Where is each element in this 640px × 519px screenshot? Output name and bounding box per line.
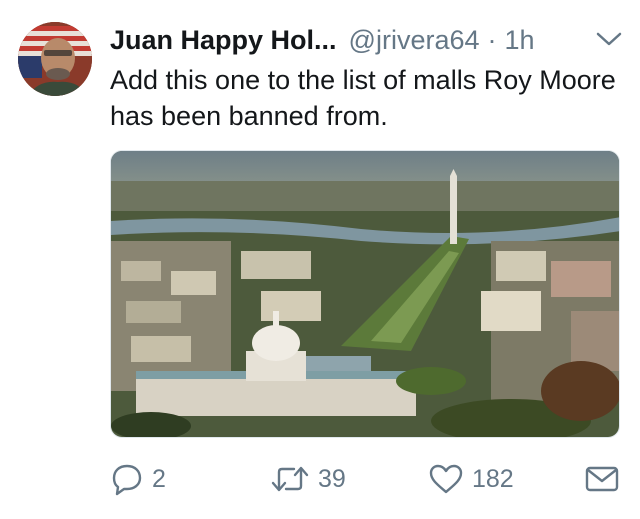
retweet-icon (271, 466, 309, 492)
reply-button[interactable]: 2 (110, 458, 166, 500)
tweet-photo[interactable] (110, 150, 620, 438)
avatar-image (18, 22, 92, 96)
tweet-text: Add this one to the list of malls Roy Mo… (110, 65, 616, 131)
like-count: 182 (472, 464, 514, 493)
separator: · (487, 24, 497, 55)
tweet-header: Juan Happy Hol... @jrivera64 · 1h (110, 22, 622, 58)
author-name[interactable]: Juan Happy Hol... (110, 25, 337, 56)
heart-icon (429, 464, 463, 494)
direct-message-button[interactable] (584, 458, 620, 500)
chevron-down-icon[interactable] (594, 28, 624, 50)
retweet-count: 39 (318, 464, 346, 493)
aerial-photo-image (111, 151, 619, 437)
reply-icon (112, 464, 142, 496)
retweet-button[interactable]: 39 (270, 458, 346, 500)
like-button[interactable]: 182 (428, 458, 514, 500)
envelope-icon (585, 466, 619, 492)
author-handle[interactable]: @jrivera64 (349, 25, 480, 56)
tweet-actions: 2 39 182 (110, 458, 622, 500)
reply-count: 2 (152, 464, 166, 493)
avatar[interactable] (18, 22, 92, 96)
timestamp[interactable]: 1h (505, 25, 535, 56)
